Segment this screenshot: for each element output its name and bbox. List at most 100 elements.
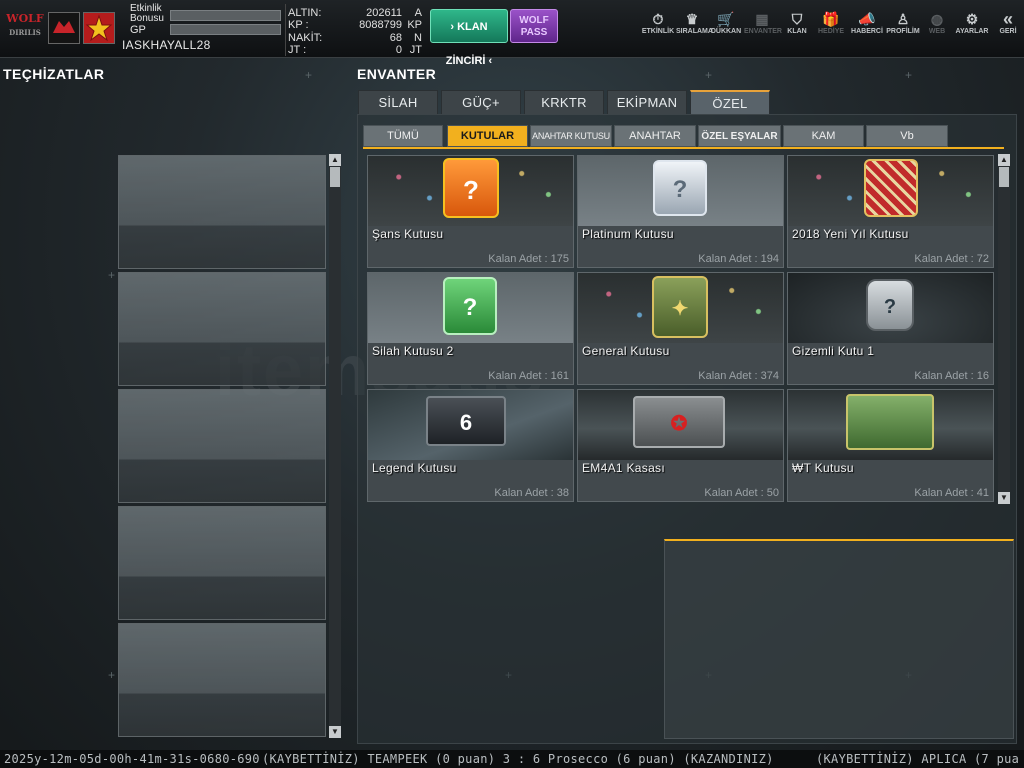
clan-chain-button[interactable]: › KLAN ZİNCİRİ ‹ (430, 9, 508, 67)
scroll-up-icon[interactable]: ▲ (998, 154, 1010, 166)
item-image: ✦ (578, 273, 783, 343)
inventory-item[interactable]: ? Silah Kutusu 2 Kalan Adet : 161 (367, 272, 574, 385)
gift-icon: 🎁 (822, 11, 840, 27)
inventory-item[interactable]: ✪ EM4A1 Kasası Kalan Adet : 50 (577, 389, 784, 502)
back-icon: « (1002, 9, 1013, 29)
match-ticker: 2025y-12m-05d-00h-41m-31s-0680-690 (KAYB… (0, 750, 1024, 768)
inventory-icon: ▦ (755, 11, 769, 27)
equipment-slot[interactable] (118, 506, 326, 620)
mystery-box-icon: ? (866, 279, 914, 331)
plus-marker: + (705, 68, 713, 82)
nav-klan[interactable]: ⛉ KLAN (780, 10, 814, 40)
equipment-slot[interactable] (118, 389, 326, 503)
event-bonus-bar (170, 10, 281, 21)
inventory-scrollbar[interactable]: ▲ ▼ (998, 154, 1010, 504)
scroll-thumb[interactable] (999, 167, 1009, 187)
scroll-down-icon[interactable]: ▼ (329, 726, 341, 738)
scroll-thumb[interactable] (330, 167, 340, 187)
wolf-case-icon: ✪ (633, 396, 725, 448)
stopwatch-icon: ⏱ (652, 11, 664, 27)
item-image: ? (788, 273, 993, 343)
nav-etkinlik[interactable]: ⏱ ETKİNLİK (640, 10, 676, 40)
equipment-title: TEÇHİZATLAR (3, 66, 105, 82)
tab-ekipman[interactable]: EKİPMAN (607, 90, 687, 115)
subtab-ozel-esyalar[interactable]: ÖZEL EŞYALAR (698, 125, 781, 147)
inventory-item[interactable]: ₩T Kutusu Kalan Adet : 41 (787, 389, 994, 502)
globe-icon: ◍ (930, 11, 944, 27)
top-bar: WOLF DIRILIS Etkinlik Bonusu GP IASKHAYA… (0, 0, 1024, 67)
subtab-tumu[interactable]: TÜMÜ (363, 125, 443, 147)
item-image: ? (368, 273, 573, 343)
nav-envanter[interactable]: ▦ ENVANTER (744, 10, 782, 40)
item-description-panel (664, 539, 1014, 739)
cart-icon: 🛒 (717, 11, 735, 27)
tab-krktr[interactable]: KRKTR (524, 90, 604, 115)
subtab-vb[interactable]: Vb (866, 125, 948, 147)
subtab-kam[interactable]: KAM (783, 125, 864, 147)
nav-dukkan[interactable]: 🛒 DÜKKAN (708, 10, 744, 40)
green-case-icon (846, 394, 934, 450)
question-box-icon: ? (443, 277, 497, 335)
megaphone-icon: 📣 (858, 11, 876, 27)
item-image (788, 156, 993, 226)
currency-row-cash: NAKİT: 68 N (288, 32, 422, 44)
inventory-item[interactable]: ? Gizemli Kutu 1 Kalan Adet : 16 (787, 272, 994, 385)
equipment-slot[interactable] (118, 272, 326, 386)
plus-marker: + (905, 68, 913, 82)
inventory-item[interactable]: 6 Legend Kutusu Kalan Adet : 38 (367, 389, 574, 502)
equipment-slot[interactable] (118, 623, 326, 737)
general-box-icon: ✦ (652, 276, 708, 338)
event-bonus-label: Etkinlik Bonusu (130, 3, 164, 24)
username: IASKHAYALL28 (122, 38, 211, 52)
inventory-item[interactable]: 2018 Yeni Yıl Kutusu Kalan Adet : 72 (787, 155, 994, 268)
tab-guc[interactable]: GÜÇ+ (441, 90, 521, 115)
subtab-underline (363, 147, 1004, 149)
scroll-up-icon[interactable]: ▲ (329, 154, 341, 166)
star-rank-icon (85, 14, 113, 42)
clan-emblem[interactable] (48, 12, 80, 44)
subtab-anahtar[interactable]: ANAHTAR (614, 125, 696, 147)
inventory-item[interactable]: ? Şans Kutusu Kalan Adet : 175 (367, 155, 574, 268)
subtab-anahtar-kutusu[interactable]: ANAHTAR KUTUSU (530, 125, 612, 147)
gp-label: GP (130, 24, 146, 36)
currency-row-kp: KP : 8088799 KP (288, 19, 422, 31)
equipment-slot[interactable] (118, 155, 326, 269)
wolf-pass-button[interactable]: WOLF PASS (510, 9, 558, 43)
nav-siralama[interactable]: ♛ SIRALAMA (676, 10, 713, 40)
wolf-emblem-icon (53, 21, 75, 33)
nav-geri[interactable]: «GERİ (994, 10, 1022, 40)
plus-marker: + (108, 668, 116, 682)
gp-bar (170, 24, 281, 35)
rank-icon: ♛ (685, 11, 699, 27)
nav-hediye[interactable]: 🎁 HEDİYE (814, 10, 848, 40)
inventory-title: ENVANTER (357, 66, 437, 82)
gear-icon: ⚙ (965, 11, 979, 27)
nav-ayarlar[interactable]: ⚙ AYARLAR (954, 10, 990, 40)
item-image: ? (368, 156, 573, 226)
game-logo: WOLF DIRILIS (6, 12, 44, 37)
tab-silah[interactable]: SİLAH (358, 90, 438, 115)
scroll-down-icon[interactable]: ▼ (998, 492, 1010, 504)
plus-marker: + (305, 68, 313, 82)
profile-icon: ♙ (896, 11, 910, 27)
subtab-kutular[interactable]: KUTULAR (447, 125, 528, 147)
item-image (788, 390, 993, 460)
shield-icon: ⛉ (791, 11, 803, 27)
currency-panel: ALTIN: 202611 A KP : 8088799 KP NAKİT: 6… (285, 4, 425, 56)
inventory-item[interactable]: ? Platinum Kutusu Kalan Adet : 194 (577, 155, 784, 268)
item-image: 6 (368, 390, 573, 460)
question-box-icon: ? (443, 158, 499, 218)
inventory-item[interactable]: ✦ General Kutusu Kalan Adet : 374 (577, 272, 784, 385)
nav-haberci[interactable]: 📣 HABERCİ (848, 10, 886, 40)
nav-web[interactable]: ◍ WEB (924, 10, 950, 40)
question-box-icon: ? (653, 160, 707, 216)
rank-emblem[interactable] (83, 12, 115, 44)
plus-marker: + (108, 268, 116, 282)
legend-case-icon: 6 (426, 396, 506, 446)
nav-profilim[interactable]: ♙ PROFİLİM (886, 10, 920, 40)
tab-ozel[interactable]: ÖZEL (690, 90, 770, 115)
item-image: ? (578, 156, 783, 226)
item-image: ✪ (578, 390, 783, 460)
gift-box-icon (864, 159, 918, 217)
equipment-scrollbar[interactable]: ▲ ▼ (329, 154, 341, 738)
